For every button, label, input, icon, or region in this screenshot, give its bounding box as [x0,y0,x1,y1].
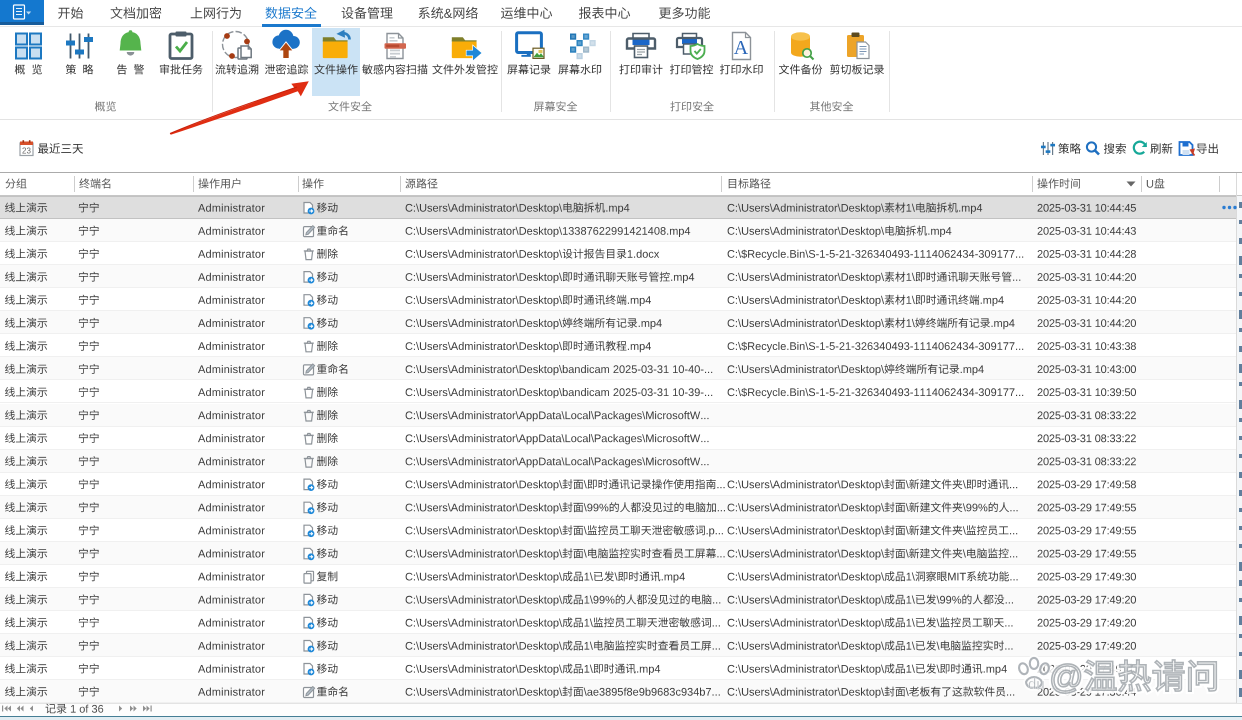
svg-text:23: 23 [22,147,31,156]
